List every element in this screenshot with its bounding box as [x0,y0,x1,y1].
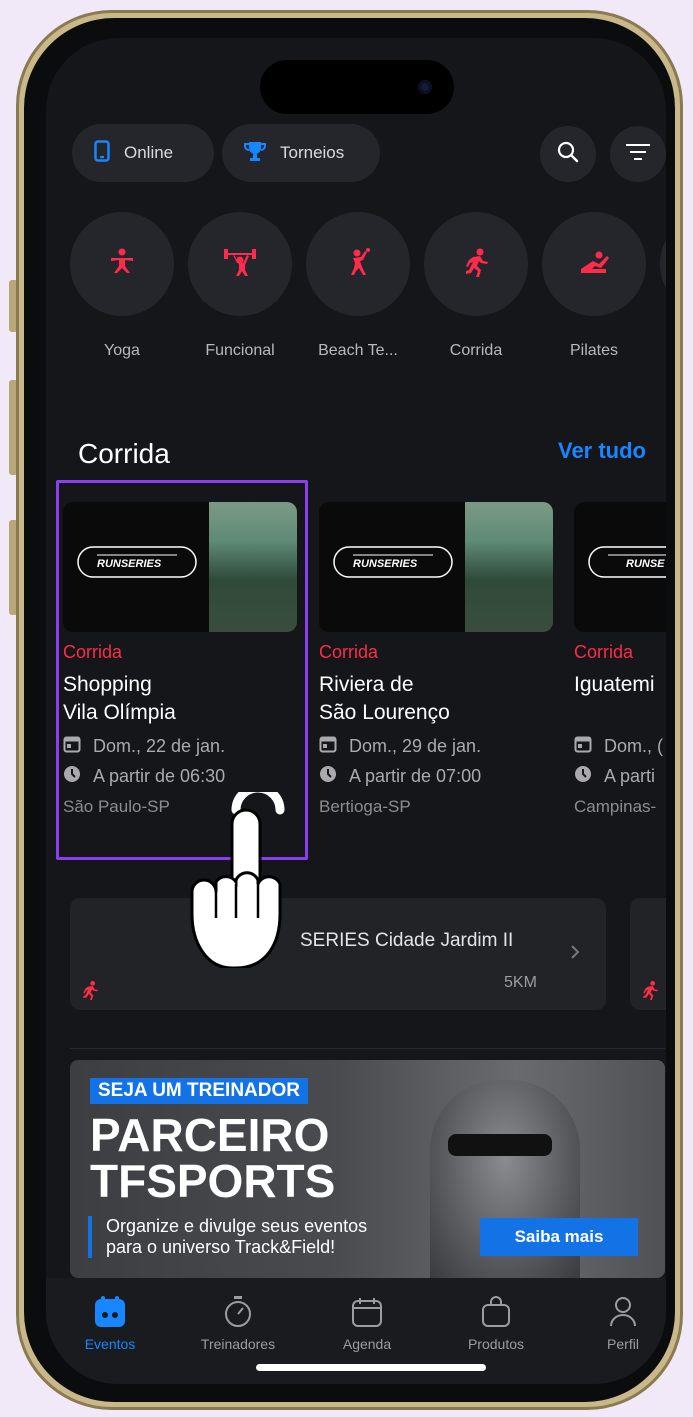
tournaments-filter-button[interactable]: Torneios [222,124,380,182]
list-item-title: SERIES Cidade Jardim II [300,930,514,951]
pilates-icon [577,247,611,282]
category-label: Corrida [449,342,503,359]
camera-icon [418,80,432,94]
tournaments-filter-label: Torneios [280,143,345,162]
stopwatch-icon [223,1295,253,1332]
event-city: Bertioga-SP [319,797,411,816]
tab-label: Produtos [467,1336,525,1352]
category-yoga[interactable]: Yoga [70,212,174,360]
search-button[interactable] [540,126,596,182]
event-name: Riviera de São Lourenço [319,673,450,724]
tab-label: Treinadores [200,1336,276,1352]
event-name: Iguatemi [574,673,655,696]
tab-label: Eventos [84,1336,136,1352]
event-list-item[interactable]: SERIES Cidade Jardim II 5KM [70,898,606,1010]
online-filter-button[interactable]: Online [72,124,214,182]
sunglasses [448,1134,552,1156]
tap-hand-icon [188,783,292,970]
running-icon [461,247,491,282]
partner-banner[interactable]: SEJA UM TREINADOR PARCEIRO TFSPORTS Organ… [70,1060,665,1278]
dynamic-island [260,60,454,114]
tab-label: Perfil [607,1336,639,1352]
bag-icon [480,1295,512,1331]
category-pilates[interactable]: Pilates [542,212,646,360]
event-city: Campinas- [574,797,657,816]
phone-icon [94,139,110,167]
event-date: Dom., 29 de jan. [349,735,482,756]
calendar-icon [351,1296,383,1331]
event-card[interactable]: RUNSERIES Corrida Riviera de São Lourenço… [319,502,553,817]
category-label: Funcional [205,342,275,359]
banner-tag: SEJA UM TREINADOR [90,1078,308,1104]
learn-more-button[interactable]: Saiba mais [480,1218,638,1256]
events-icon [93,1295,127,1332]
event-list-item[interactable] [630,898,666,1010]
category-label: Pilates [569,342,619,359]
category-label: Yoga [104,342,140,359]
banner-title: PARCEIRO TFSPORTS [90,1109,336,1207]
calendar-icon [574,735,592,758]
filter-lines-icon [625,142,651,167]
event-date: Dom., ( [604,735,664,756]
tab-eventos[interactable]: Eventos [55,1294,165,1352]
runseries-logo-text: RUNSE [626,558,665,570]
weightlifting-icon [223,247,257,282]
event-time: A parti [604,765,656,786]
tab-treinadores[interactable]: Treinadores [183,1294,293,1352]
beach-tennis-icon [343,247,373,282]
banner-subtitle: Organize e divulge seus eventos para o un… [88,1216,367,1258]
chevron-right-icon [570,944,580,965]
runners-photo [465,502,553,632]
category-corrida[interactable]: Corrida [424,212,528,360]
trophy-icon [244,140,266,167]
home-indicator [256,1364,486,1371]
filter-button[interactable] [610,126,666,182]
tab-label: Agenda [342,1336,392,1352]
event-thumbnail: RUNSERIES [319,502,553,632]
tab-perfil[interactable]: Perfil [568,1294,666,1352]
yoga-icon [107,247,137,282]
running-icon [80,980,100,1005]
clock-icon [574,765,592,788]
event-category: Corrida [319,642,379,662]
person-icon [609,1296,637,1331]
runseries-logo-text: RUNSERIES [353,558,418,570]
section-title: Corrida [78,438,170,469]
list-item-distance: 5KM [504,974,537,991]
category-more[interactable] [660,212,666,316]
category-beach-tennis[interactable]: Beach Te... [306,212,410,360]
event-category: Corrida [574,642,634,662]
event-card[interactable]: RUNSE Corrida Iguatemi Dom., ( A parti C… [574,502,666,817]
tab-produtos[interactable]: Produtos [441,1294,551,1352]
divider [70,1048,665,1049]
calendar-icon [319,735,337,758]
online-filter-label: Online [124,143,174,162]
see-all-link[interactable]: Ver tudo [558,438,646,464]
search-icon [557,141,579,168]
clock-icon [319,765,337,788]
tab-agenda[interactable]: Agenda [312,1294,422,1352]
running-icon [640,980,660,1005]
category-funcional[interactable]: Funcional [188,212,292,360]
event-thumbnail: RUNSE [574,502,666,632]
event-time: A partir de 07:00 [349,765,482,786]
category-label: Beach Te... [318,342,398,359]
